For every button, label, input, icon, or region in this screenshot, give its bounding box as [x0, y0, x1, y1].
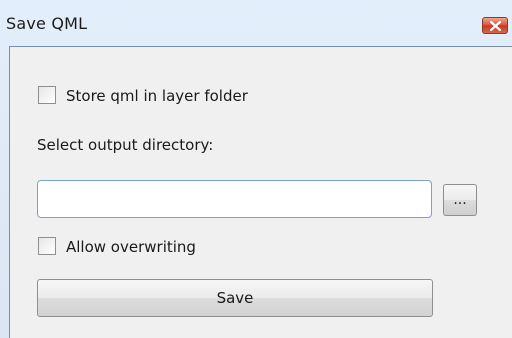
- title-bar[interactable]: Save QML: [0, 0, 512, 46]
- allow-overwriting-checkbox[interactable]: [38, 237, 56, 255]
- save-qml-dialog: Save QML Store qml in layer folder Selec…: [0, 0, 512, 338]
- window-title: Save QML: [6, 14, 88, 33]
- output-directory-label: Select output directory:: [37, 136, 214, 154]
- save-button[interactable]: Save: [37, 279, 433, 317]
- store-in-layer-folder-label[interactable]: Store qml in layer folder: [66, 87, 248, 105]
- browse-button[interactable]: ...: [443, 184, 477, 216]
- output-directory-input[interactable]: [37, 180, 432, 218]
- close-icon: [490, 21, 501, 31]
- allow-overwriting-label[interactable]: Allow overwriting: [66, 238, 196, 256]
- store-in-layer-folder-checkbox[interactable]: [38, 86, 56, 104]
- close-button[interactable]: [482, 17, 508, 34]
